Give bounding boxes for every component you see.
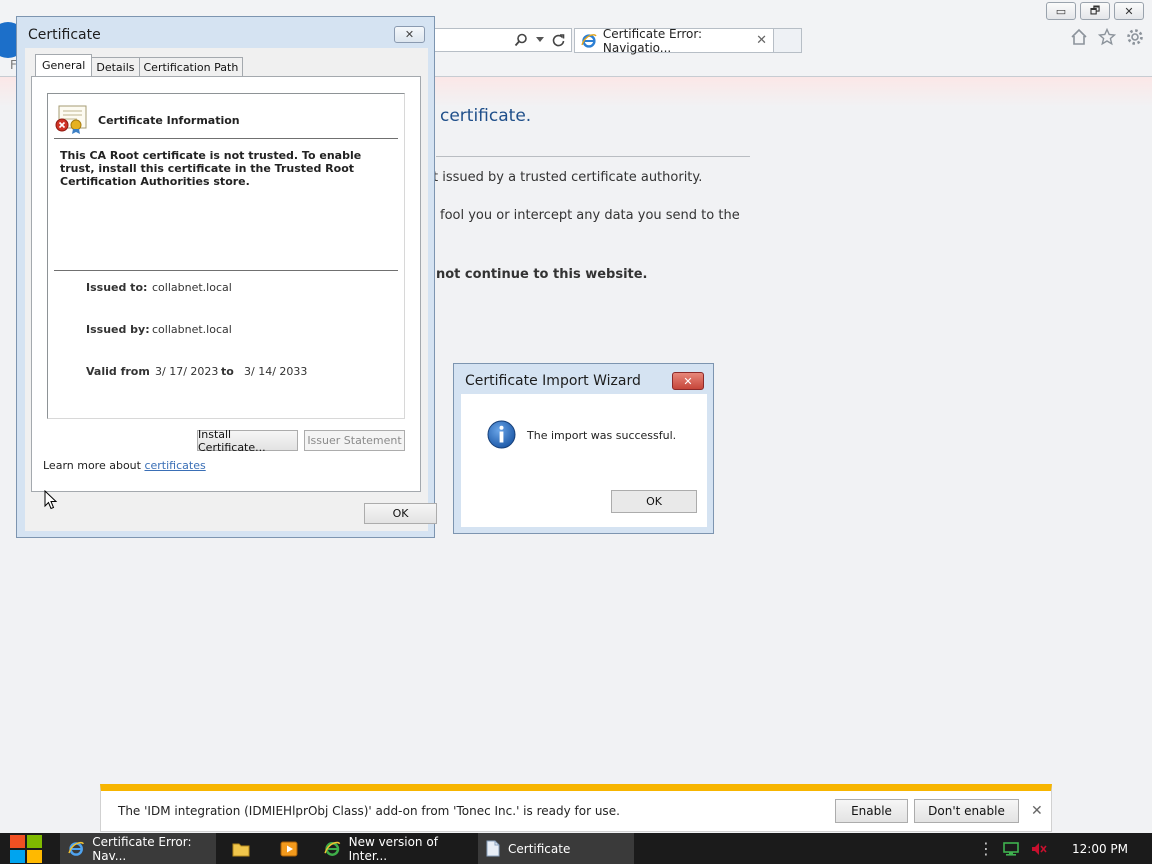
document-icon [486,840,500,857]
issuer-statement-button: Issuer Statement [304,430,405,451]
ie-update-icon [324,841,341,856]
notification-text: The 'IDM integration (IDMIEHlprObj Class… [118,804,620,818]
install-certificate-button[interactable]: Install Certificate... [197,428,298,454]
home-icon[interactable] [1070,28,1088,46]
certificate-info-box: Certificate Information This CA Root cer… [47,93,405,419]
issued-to-label: Issued to: [86,281,148,294]
certificates-link[interactable]: certificates [144,459,205,472]
restore-button[interactable]: 🗗 [1080,2,1110,20]
import-success-message: The import was successful. [527,429,677,442]
wizard-ok-button[interactable]: OK [611,490,697,513]
info-divider [54,138,398,139]
close-window-button[interactable]: ✕ [1114,2,1144,20]
valid-from-value: 3/ 17/ 2023 [155,365,219,378]
issued-to-value: collabnet.local [152,281,232,294]
error-text-line: t issued by a trusted certificate author… [433,170,703,185]
new-tab-button[interactable] [774,28,802,53]
wizard-close-button[interactable]: ✕ [672,372,704,390]
start-button[interactable] [8,833,44,864]
trust-warning: This CA Root certificate is not trusted.… [60,149,362,188]
star-icon[interactable] [1098,28,1116,46]
taskbar: Certificate Error: Nav... New version of… [0,833,1152,864]
taskbar-item-certificate[interactable]: Certificate [478,833,634,864]
tab-certificate-error[interactable]: Certificate Error: Navigatio... ✕ [574,26,774,55]
addon-notification-bar: The 'IDM integration (IDMIEHlprObj Class… [100,784,1052,832]
dropdown-arrow-icon[interactable] [536,37,544,43]
error-page-title: certificate. [440,106,532,126]
enable-addon-button[interactable]: Enable [835,799,908,823]
dialog-tabs: General Details Certification Path [35,54,244,76]
tab-close-icon[interactable]: ✕ [756,33,767,48]
mouse-cursor-icon [44,490,58,510]
info-divider [54,270,398,271]
issued-by-label: Issued by: [86,323,150,336]
error-divider [436,156,750,157]
system-tray: ⋮ 12:00 PM [978,833,1152,864]
taskbar-item-media-player[interactable] [272,833,310,864]
info-icon [487,420,516,449]
certificate-info-heading: Certificate Information [98,114,240,127]
taskbar-item-certificate-error[interactable]: Certificate Error: Nav... [60,833,216,864]
search-icon[interactable] [514,33,528,47]
tab-general[interactable]: General [35,54,93,76]
window-controls: ▭ 🗗 ✕ [1046,2,1144,20]
tab-certification-path[interactable]: Certification Path [138,57,244,76]
address-bar[interactable] [432,28,572,52]
wizard-body: The import was successful. OK [461,394,707,527]
folder-icon [232,843,250,856]
tab-details[interactable]: Details [91,57,140,76]
error-recommendation: not continue to this website. [436,267,648,282]
issued-by-value: collabnet.local [152,323,232,336]
error-text-line: fool you or intercept any data you send … [440,208,740,223]
valid-from-label: Valid from [86,365,150,378]
browser-toolbar [1070,28,1144,46]
media-player-icon [280,841,298,856]
taskbar-item-label: Certificate [508,841,571,856]
learn-more-text: Learn more about certificates [43,459,206,472]
valid-to-value: 3/ 14/ 2033 [244,365,308,378]
gear-icon[interactable] [1126,28,1144,46]
notification-close-icon[interactable]: ✕ [1031,803,1043,819]
general-tab-panel: Certificate Information This CA Root cer… [31,76,421,492]
minimize-button[interactable]: ▭ [1046,2,1076,20]
dialog-title: Certificate [28,27,101,43]
wizard-title: Certificate Import Wizard [465,373,641,389]
import-wizard-dialog: Certificate Import Wizard ✕ The import w… [453,363,714,534]
dialog-close-button[interactable]: ✕ [394,26,425,43]
ie-icon [581,33,597,48]
dialog-body: General Details Certification Path Certi… [25,48,437,531]
untrusted-certificate-icon [55,105,87,134]
volume-muted-icon[interactable] [1030,841,1048,857]
tray-overflow-icon[interactable]: ⋮ [978,839,994,858]
refresh-icon[interactable] [552,33,565,47]
taskbar-item-label: Certificate Error: Nav... [92,834,192,863]
valid-to-label: to [221,365,234,378]
clock[interactable]: 12:00 PM [1072,842,1128,856]
tab-title: Certificate Error: Navigatio... [602,26,703,55]
taskbar-item-label: New version of Inter... [348,834,438,863]
ie-icon [68,841,84,856]
dont-enable-addon-button[interactable]: Don't enable [914,799,1019,823]
ok-button[interactable]: OK [364,503,437,524]
taskbar-item-file-explorer[interactable] [224,833,262,864]
network-icon[interactable] [1002,841,1020,857]
taskbar-item-new-version[interactable]: New version of Inter... [316,833,470,864]
certificate-dialog: Certificate ✕ General Details Certificat… [16,16,437,538]
